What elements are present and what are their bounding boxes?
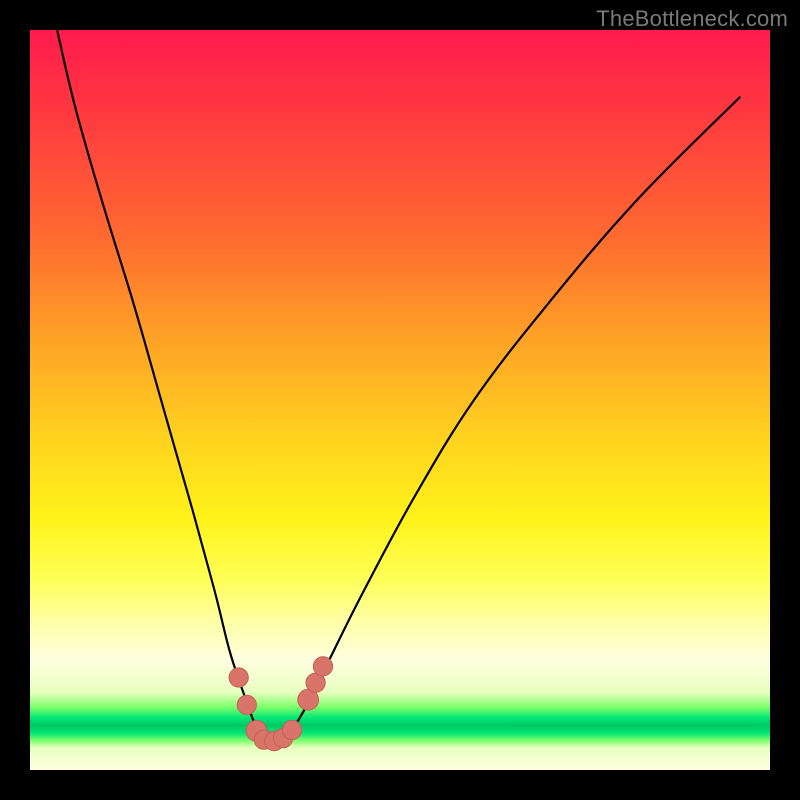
marker-layer	[229, 657, 333, 751]
curve-marker	[282, 720, 301, 739]
curve-marker	[237, 695, 256, 714]
bottleneck-curve	[52, 8, 740, 742]
watermark-text: TheBottleneck.com	[596, 6, 788, 32]
plot-area	[30, 30, 770, 770]
outer-frame: TheBottleneck.com	[0, 0, 800, 800]
curve-marker	[313, 657, 332, 676]
curve-marker	[229, 668, 248, 687]
curve-layer	[30, 30, 770, 770]
